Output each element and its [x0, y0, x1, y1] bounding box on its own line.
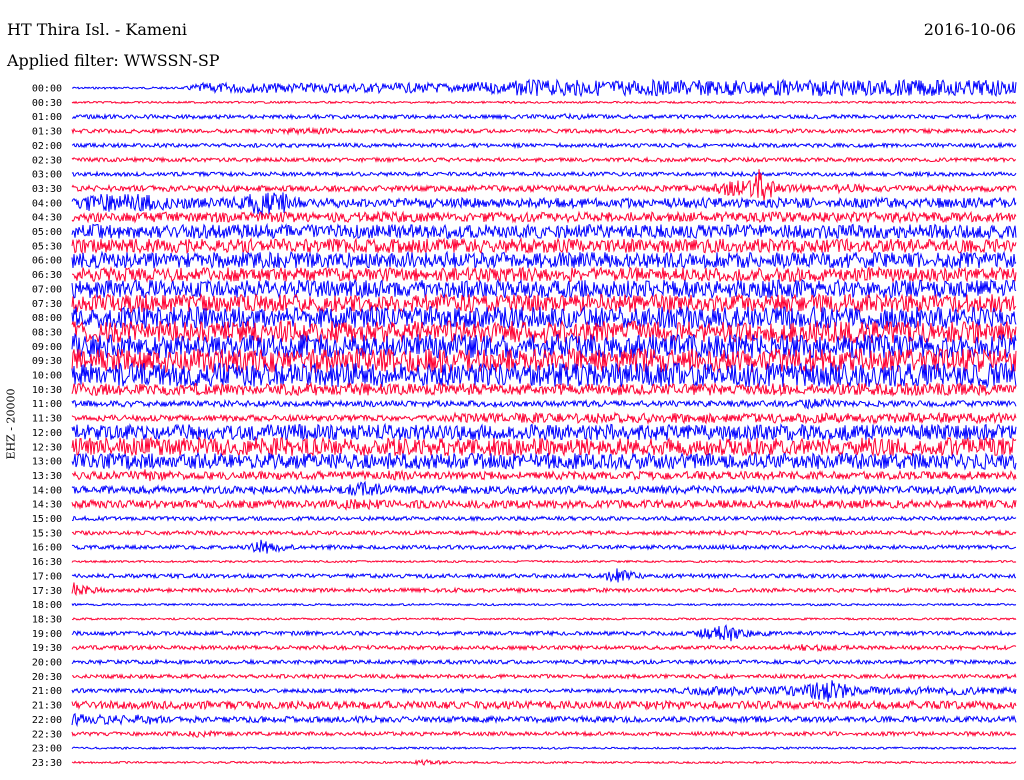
trace-line — [71, 237, 1017, 255]
trace-line — [71, 170, 1017, 178]
trace-line — [71, 699, 1017, 711]
trace-line — [71, 192, 1017, 216]
trace-line — [71, 436, 1017, 458]
tick-label: 19:00 — [32, 629, 62, 640]
tick-label: 02:00 — [32, 141, 62, 152]
trace-line — [71, 422, 1017, 442]
tick-label: 17:30 — [32, 586, 62, 597]
trace-line — [71, 265, 1017, 284]
tick-label: 08:00 — [32, 313, 62, 324]
tick-label: 01:30 — [32, 127, 62, 138]
trace-line — [71, 381, 1017, 398]
tick-label: 07:30 — [32, 299, 62, 310]
trace-line — [71, 680, 1017, 702]
tick-label: 13:30 — [32, 471, 62, 482]
tick-label: 07:00 — [32, 284, 62, 295]
trace-line — [71, 169, 1017, 201]
tick-label: 18:30 — [32, 614, 62, 625]
tick-label: 18:00 — [32, 600, 62, 611]
trace-line — [71, 141, 1017, 150]
tick-label: 20:30 — [32, 672, 62, 683]
trace-line — [71, 602, 1017, 607]
tick-label: 01:00 — [32, 112, 62, 123]
helicorder-plot: 00:00 00:30 01:00 01:30 02:00 02:30 03:00 03:30… — [32, 78, 1017, 769]
trace-line — [71, 480, 1017, 497]
tick-label: 16:30 — [32, 557, 62, 568]
tick-label: 12:00 — [32, 428, 62, 439]
trace-line — [71, 100, 1017, 105]
trace-line — [71, 712, 1017, 728]
trace-line — [71, 451, 1017, 471]
tick-label: 16:00 — [32, 543, 62, 554]
trace-line — [71, 539, 1017, 554]
trace-line — [71, 568, 1017, 583]
trace-line — [71, 746, 1017, 751]
tick-label: 21:30 — [32, 701, 62, 712]
tick-label: 20:00 — [32, 658, 62, 669]
trace-line — [71, 397, 1017, 410]
tick-label: 19:30 — [32, 643, 62, 654]
tick-label: 06:30 — [32, 270, 62, 281]
trace-line — [72, 112, 1017, 121]
trace-line — [71, 729, 1017, 739]
tick-label: 12:30 — [32, 442, 62, 453]
trace-line — [71, 278, 1017, 300]
tick-label: 14:00 — [32, 485, 62, 496]
tick-label: 22:30 — [32, 729, 62, 740]
trace-line — [71, 624, 1017, 642]
tick-label: 14:30 — [32, 500, 62, 511]
tick-label: 10:30 — [32, 385, 62, 396]
tick-label: 23:30 — [32, 758, 62, 769]
trace-line — [71, 559, 1017, 564]
tick-label: 11:00 — [32, 399, 62, 410]
tick-label: 22:00 — [32, 715, 62, 726]
tick-label: 00:00 — [32, 84, 62, 95]
trace-line — [71, 126, 1017, 136]
trace-line — [71, 643, 1017, 653]
tick-label: 04:30 — [32, 213, 62, 224]
tick-label: 09:00 — [32, 342, 62, 353]
tick-label: 03:00 — [32, 170, 62, 181]
tick-label: 00:30 — [32, 98, 62, 109]
trace-line — [71, 292, 1017, 315]
trace-line — [71, 222, 1017, 241]
tick-label: 04:00 — [32, 198, 62, 209]
trace-line — [71, 78, 1017, 98]
tick-label: 13:00 — [32, 457, 62, 468]
tick-label: 09:30 — [32, 356, 62, 367]
tick-label: 17:00 — [32, 571, 62, 582]
tick-label: 06:00 — [32, 256, 62, 267]
tick-label: 03:30 — [32, 184, 62, 195]
trace-line — [71, 514, 1017, 522]
tick-label: 15:30 — [32, 528, 62, 539]
tick-label: 15:00 — [32, 514, 62, 525]
trace-line — [71, 658, 1017, 666]
tick-label: 05:30 — [32, 241, 62, 252]
tick-label: 21:00 — [32, 686, 62, 697]
trace-line — [71, 411, 1017, 425]
tick-label: 23:00 — [32, 744, 62, 755]
trace-line — [71, 528, 1017, 537]
tick-label: 05:00 — [32, 227, 62, 238]
tick-label: 08:30 — [32, 327, 62, 338]
tick-label: 02:30 — [32, 155, 62, 166]
trace-line — [71, 498, 1017, 511]
trace-line — [71, 210, 1017, 224]
trace-line — [71, 758, 1017, 766]
trace-line — [71, 616, 1017, 621]
trace-line — [71, 469, 1017, 482]
trace-line — [71, 155, 1017, 164]
trace-line — [71, 582, 1017, 597]
tick-label: 11:30 — [32, 414, 62, 425]
trace-line — [71, 250, 1017, 270]
trace-line — [72, 672, 1017, 680]
tick-label: 10:00 — [32, 371, 62, 382]
